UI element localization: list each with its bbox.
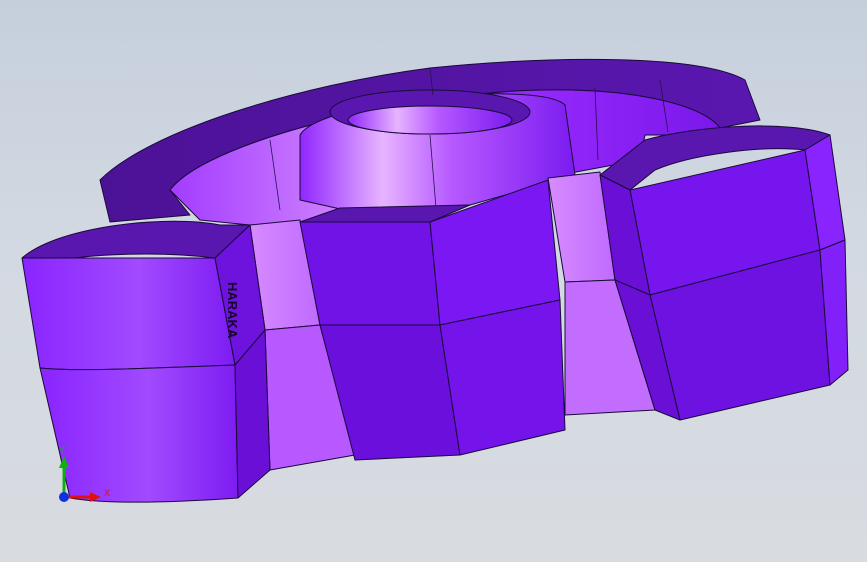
- y-axis-label: Y: [59, 445, 65, 455]
- x-arrow-head: [90, 492, 101, 502]
- 3d-viewport[interactable]: HARAKA Y X: [0, 0, 867, 562]
- z-axis-dot: [59, 492, 69, 502]
- y-arrow-head: [59, 456, 69, 468]
- x-axis-label: X: [104, 488, 110, 498]
- orientation-triad: Y X: [59, 445, 110, 502]
